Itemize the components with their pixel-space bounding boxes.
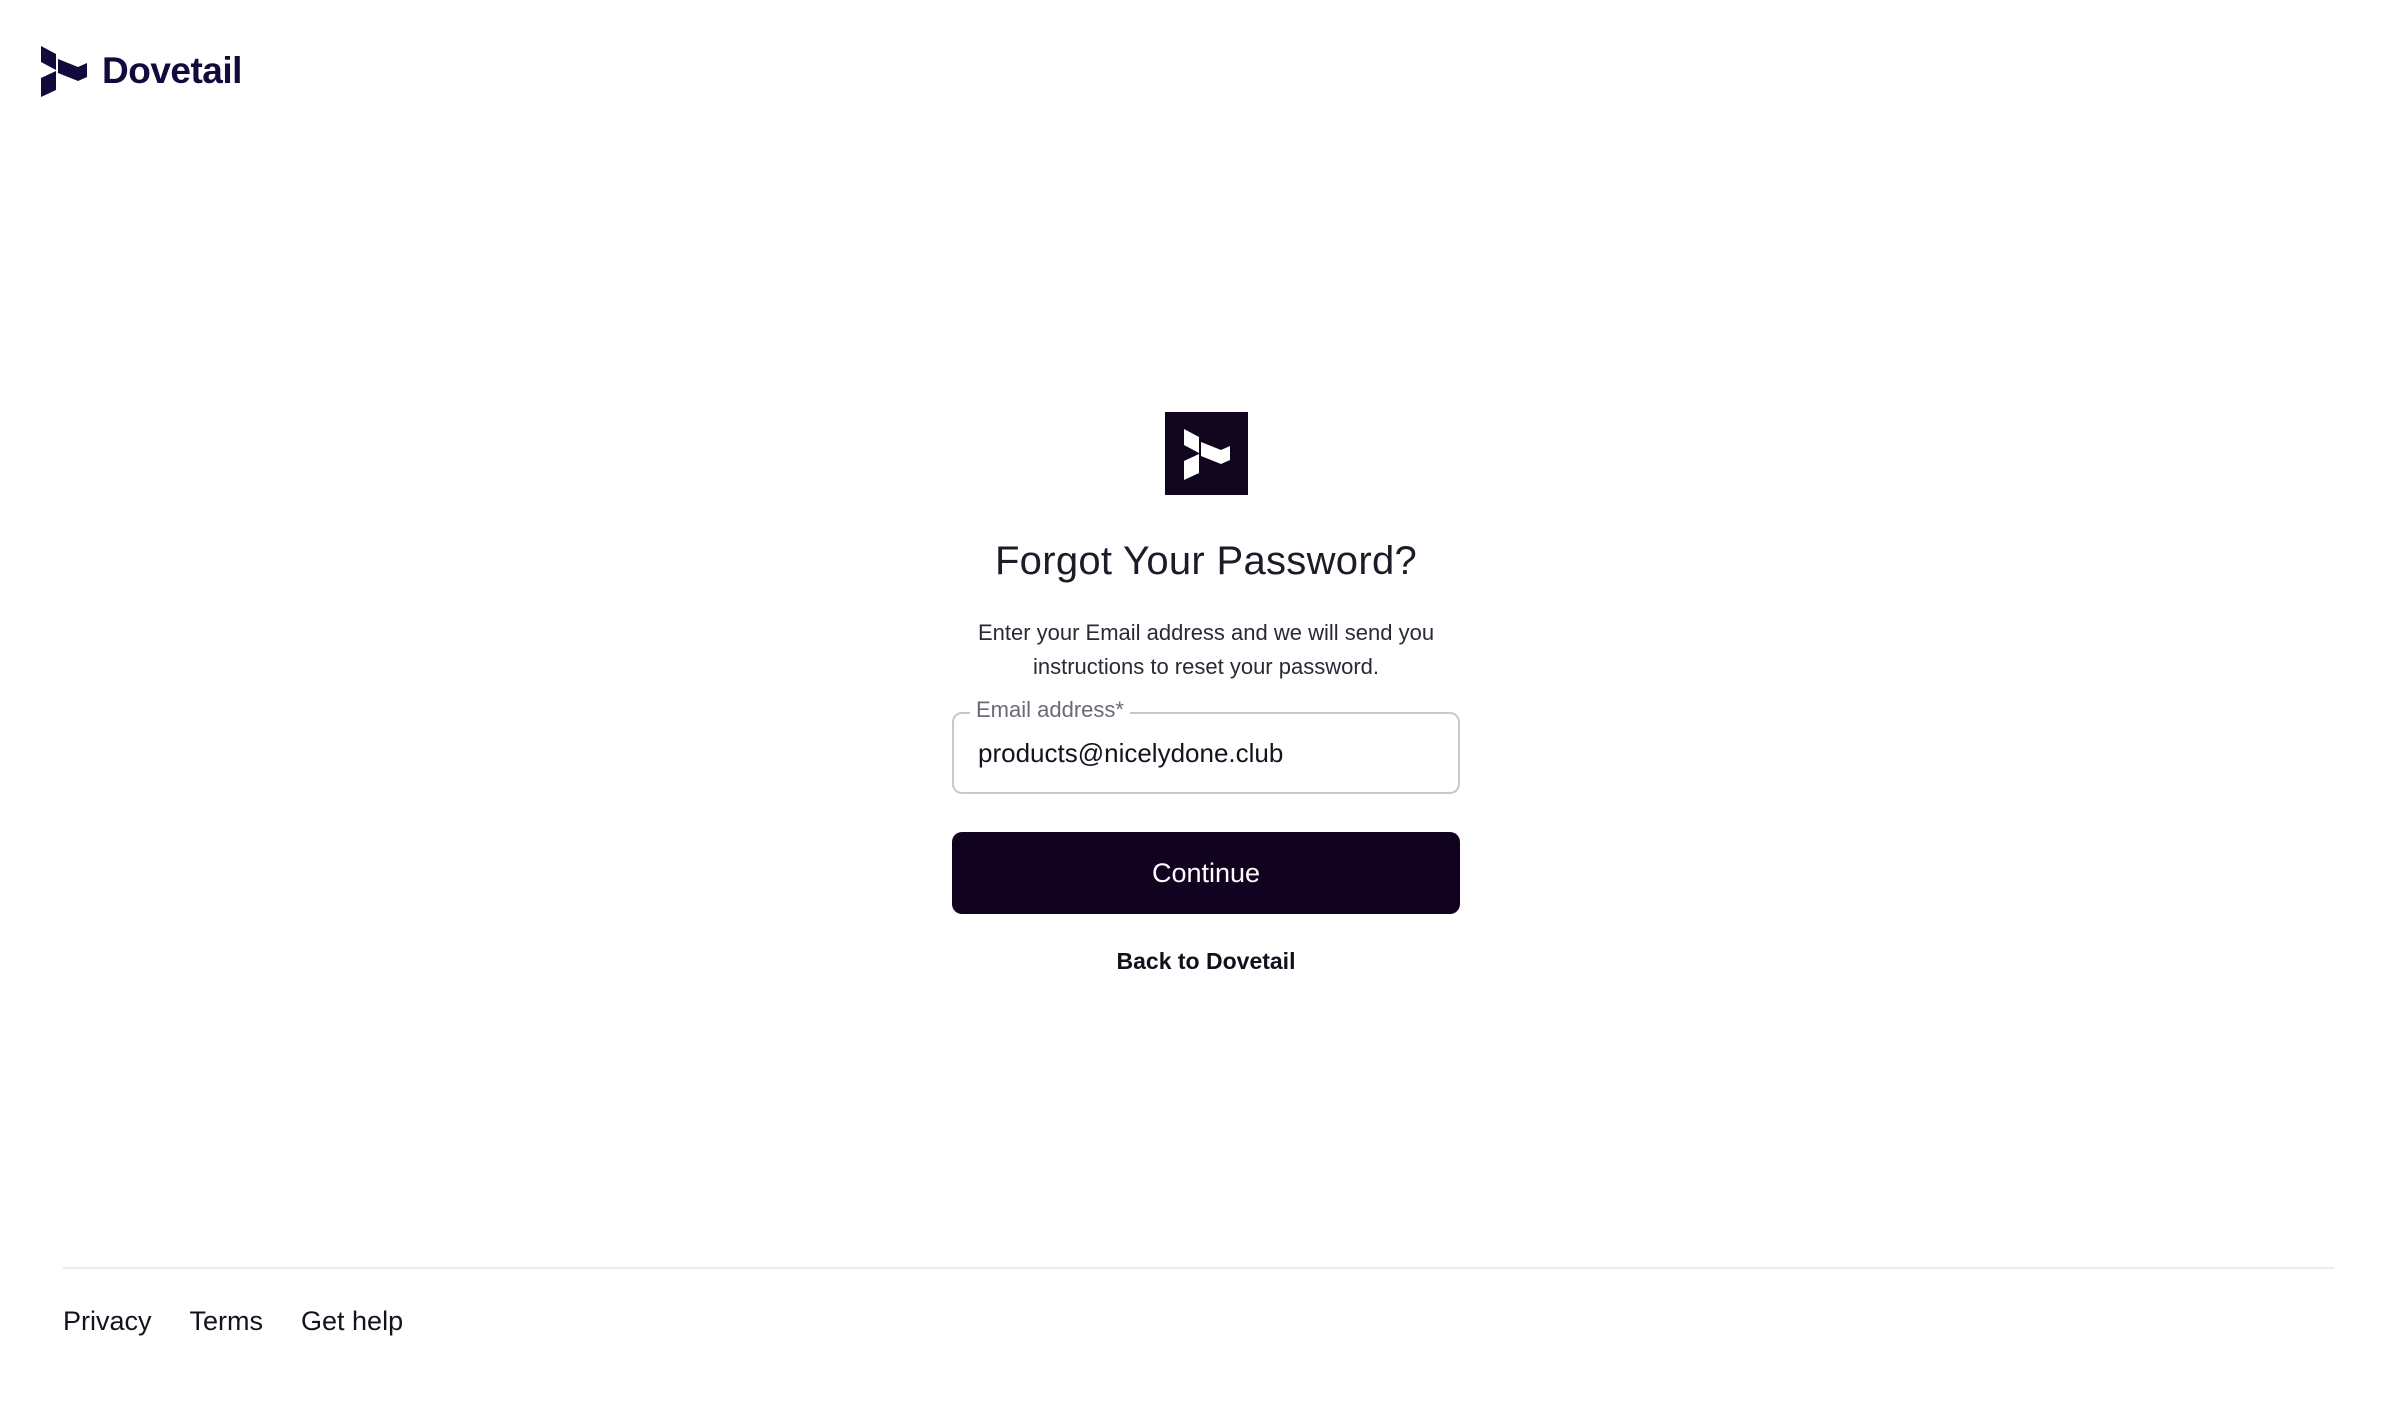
logo-tile (1164, 412, 1248, 495)
email-field: Email address* (952, 697, 1460, 794)
dovetail-logo-icon (41, 46, 87, 97)
page-title: Forgot Your Password? (994, 539, 1418, 583)
brand-name: Dovetail (102, 50, 242, 91)
dovetail-logo-icon (1184, 428, 1230, 480)
footer-divider (63, 1267, 2335, 1269)
footer-link-privacy[interactable]: Privacy (63, 1306, 152, 1337)
continue-button[interactable]: Continue (952, 832, 1460, 914)
footer-link-get-help[interactable]: Get help (301, 1306, 403, 1337)
footer-links: Privacy Terms Get help (63, 1306, 403, 1337)
header-brand[interactable]: Dovetail (38, 40, 242, 102)
page-description: Enter your Email address and we will sen… (977, 620, 1435, 679)
email-input[interactable] (954, 714, 1458, 792)
reset-form: Forgot Your Password? Enter your Email a… (952, 412, 1460, 975)
back-to-dovetail-link[interactable]: Back to Dovetail (1117, 948, 1296, 975)
footer-link-terms[interactable]: Terms (190, 1306, 264, 1337)
forgot-password-page: Dovetail Forgot Your Password? Enter you… (0, 0, 2400, 1412)
